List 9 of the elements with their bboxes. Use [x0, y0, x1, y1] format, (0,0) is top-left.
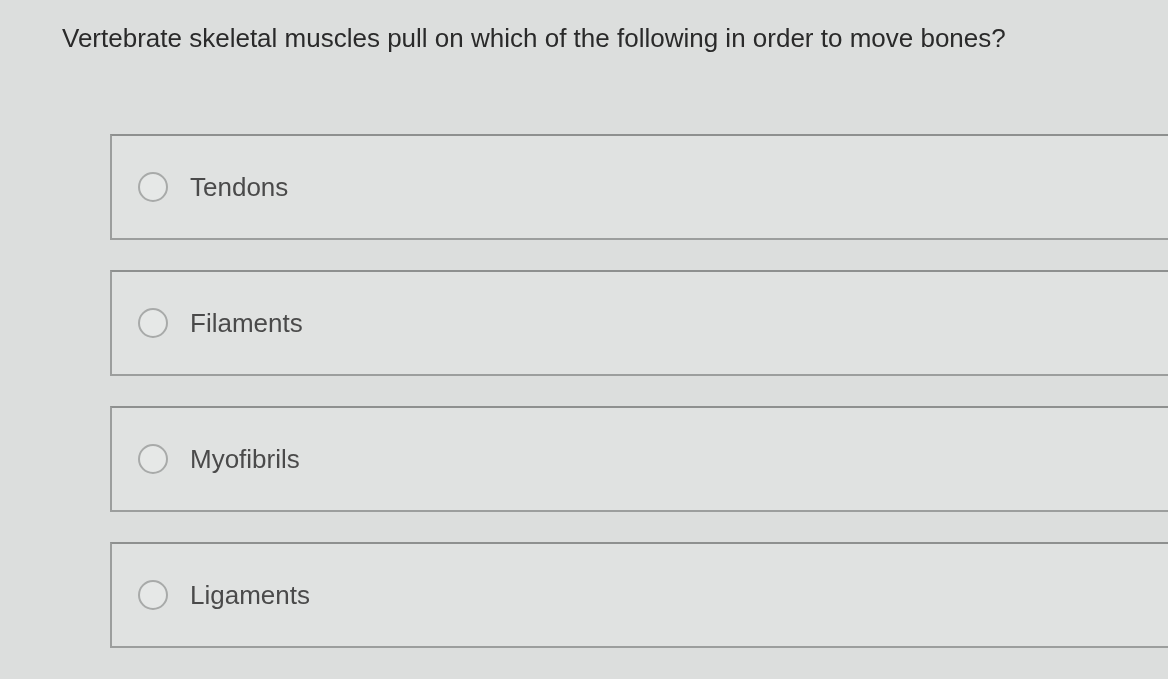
answer-option[interactable]: Myofibrils	[110, 406, 1168, 512]
answer-option[interactable]: Tendons	[110, 134, 1168, 240]
radio-button[interactable]	[138, 580, 168, 610]
radio-button[interactable]	[138, 172, 168, 202]
answer-option[interactable]: Ligaments	[110, 542, 1168, 648]
radio-button[interactable]	[138, 444, 168, 474]
question-text: Vertebrate skeletal muscles pull on which of the following in order to move bones?	[62, 22, 1007, 55]
radio-button[interactable]	[138, 308, 168, 338]
answer-option[interactable]: Filaments	[110, 270, 1168, 376]
